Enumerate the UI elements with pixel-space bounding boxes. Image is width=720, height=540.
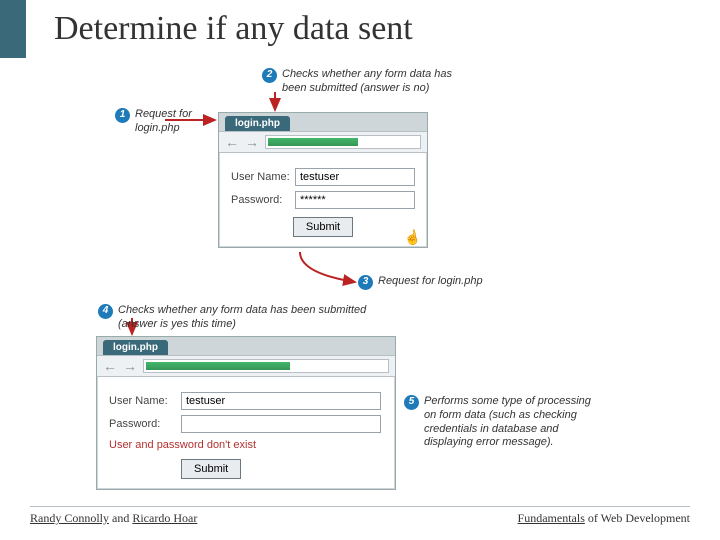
submit-button[interactable]: Submit — [181, 459, 241, 479]
address-bar[interactable] — [143, 359, 389, 373]
back-icon[interactable]: ← — [103, 358, 117, 374]
submit-area: Submit ☝ — [231, 217, 415, 237]
username-label: User Name: — [109, 395, 181, 407]
annotation-2-text: Checks whether any form data has been su… — [282, 68, 472, 96]
bubble-5: 5 — [404, 395, 419, 410]
author-1: Randy Connolly — [30, 511, 109, 525]
browser-tab[interactable]: login.php — [225, 116, 290, 131]
diagram-area: 1 Request for login.php 2 Checks whether… — [0, 60, 720, 500]
cursor-icon: ☝ — [402, 229, 422, 249]
password-label: Password: — [231, 194, 295, 206]
bubble-1: 1 — [115, 108, 130, 123]
footer-and: and — [109, 511, 132, 525]
browser-toolbar: ← → — [97, 355, 395, 377]
password-input[interactable] — [295, 191, 415, 209]
username-input[interactable] — [295, 168, 415, 186]
form-content: User Name: Password: User and password d… — [97, 377, 395, 489]
error-message: User and password don't exist — [109, 439, 383, 451]
browser-toolbar: ← → — [219, 131, 427, 153]
form-content: User Name: Password: Submit ☝ — [219, 153, 427, 247]
annotation-2: 2 Checks whether any form data has been … — [262, 68, 472, 96]
address-bar[interactable] — [265, 135, 421, 149]
footer-book: Fundamentals of Web Development — [518, 511, 690, 526]
username-row: User Name: — [109, 392, 383, 410]
password-row: Password: — [231, 191, 415, 209]
annotation-1: 1 Request for login.php — [115, 108, 225, 136]
annotation-3: 3 Request for login.php — [358, 275, 518, 290]
bubble-3: 3 — [358, 275, 373, 290]
username-label: User Name: — [231, 171, 295, 183]
submit-button[interactable]: Submit — [293, 217, 353, 237]
password-row: Password: — [109, 415, 383, 433]
accent-bar — [0, 0, 26, 58]
browser-tab[interactable]: login.php — [103, 340, 168, 355]
back-icon[interactable]: ← — [225, 134, 239, 150]
bubble-2: 2 — [262, 68, 277, 83]
password-label: Password: — [109, 418, 181, 430]
footer-authors: Randy Connolly and Ricardo Hoar — [30, 511, 197, 526]
forward-icon[interactable]: → — [245, 134, 259, 150]
author-2: Ricardo Hoar — [132, 511, 197, 525]
forward-icon[interactable]: → — [123, 358, 137, 374]
book-title-part: Fundamentals — [518, 511, 585, 525]
tab-bar: login.php — [219, 113, 427, 131]
tab-bar: login.php — [97, 337, 395, 355]
annotation-4-text: Checks whether any form data has been su… — [118, 304, 378, 332]
annotation-1-text: Request for login.php — [135, 108, 225, 136]
bubble-4: 4 — [98, 304, 113, 319]
annotation-4: 4 Checks whether any form data has been … — [98, 304, 378, 332]
annotation-5-text: Performs some type of processing on form… — [424, 395, 594, 450]
book-title-rest: of Web Development — [585, 511, 690, 525]
browser-window-2: login.php ← → User Name: Password: User … — [96, 336, 396, 490]
slide-title: Determine if any data sent — [54, 10, 413, 48]
username-input[interactable] — [181, 392, 381, 410]
annotation-3-text: Request for login.php — [378, 275, 483, 289]
username-row: User Name: — [231, 168, 415, 186]
browser-window-1: login.php ← → User Name: Password: Submi… — [218, 112, 428, 248]
annotation-5: 5 Performs some type of processing on fo… — [404, 395, 594, 450]
submit-area: Submit — [181, 459, 383, 479]
password-input[interactable] — [181, 415, 381, 433]
footer: Randy Connolly and Ricardo Hoar Fundamen… — [30, 506, 690, 526]
